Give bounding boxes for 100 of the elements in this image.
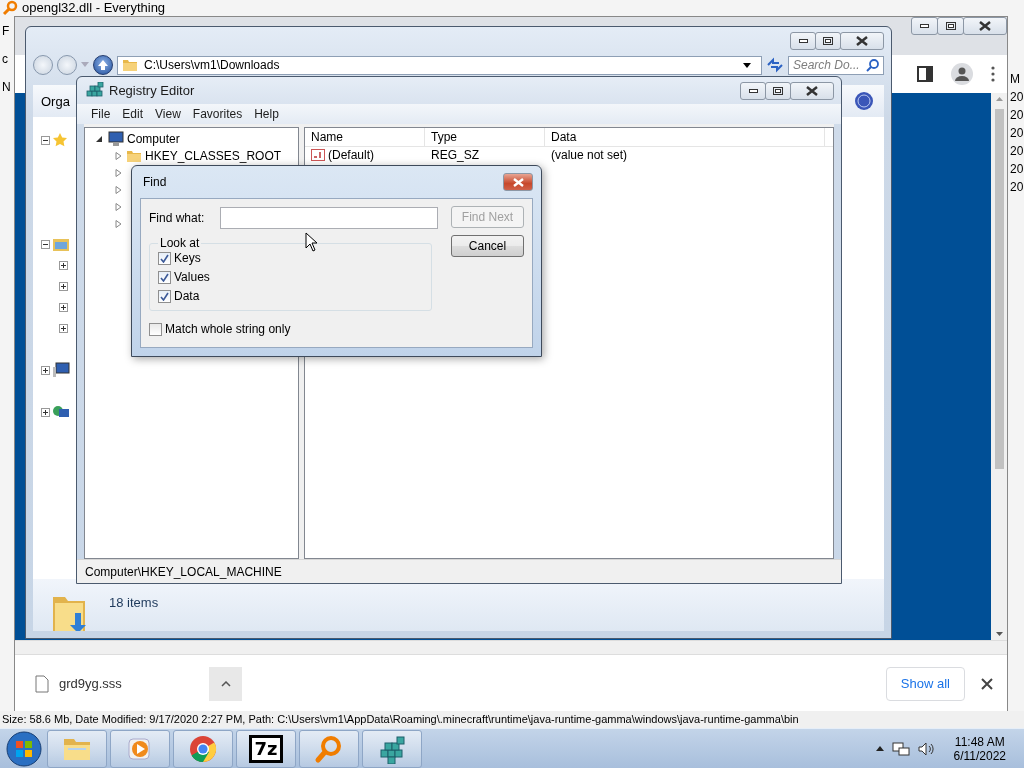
checkbox-label: Keys [174, 251, 201, 265]
window-title: Registry Editor [109, 83, 195, 98]
close-icon [981, 677, 993, 690]
file-icon [35, 674, 49, 693]
menu-item[interactable]: File [85, 107, 117, 121]
cut-off-text: F [2, 24, 11, 38]
maximize-button[interactable] [937, 17, 964, 35]
computer-icon [106, 130, 124, 147]
checkbox[interactable] [158, 270, 171, 284]
tree-item[interactable]: HKEY_CLASSES_ROOT [145, 148, 282, 163]
magnifier-icon [2, 0, 18, 16]
minimize-button[interactable] [740, 81, 766, 100]
expand-icon[interactable] [59, 260, 68, 270]
expand-icon[interactable] [41, 407, 50, 417]
download-file-name[interactable]: grd9yg.sss [59, 676, 209, 691]
start-button[interactable] [4, 729, 44, 768]
search-icon [866, 58, 879, 72]
cut-off-text: N [2, 80, 11, 94]
column-header[interactable]: Name [305, 128, 425, 146]
minimize-button[interactable] [790, 32, 816, 50]
menu-item[interactable]: Favorites [186, 107, 249, 121]
library-icon [52, 236, 70, 252]
menu-item[interactable]: View [149, 107, 187, 121]
maximize-button[interactable] [815, 32, 841, 50]
star-icon [52, 132, 68, 148]
maximize-button[interactable] [765, 81, 791, 100]
cut-off-text: 20 [1010, 126, 1024, 140]
show-all-button[interactable]: Show all [885, 666, 965, 701]
table-cell-text: REG_SZ [430, 147, 480, 162]
caret-icon [220, 680, 231, 687]
cut-off-text: 20 [1010, 180, 1024, 194]
string-value-icon [311, 148, 325, 161]
network-icon[interactable] [891, 740, 910, 757]
menu-item[interactable]: Edit [116, 107, 150, 121]
sidebar-icon[interactable] [917, 66, 933, 82]
maximize-icon [945, 22, 956, 30]
checkbox-label: Values [174, 270, 210, 284]
cut-off-text: 20 [1010, 108, 1024, 122]
column-header[interactable]: Type [425, 128, 545, 146]
help-icon[interactable] [854, 91, 874, 111]
cut-off-text: c [2, 52, 9, 66]
maximize-icon [773, 86, 783, 95]
tree-item[interactable]: Computer [127, 131, 180, 146]
volume-icon[interactable] [917, 740, 936, 757]
menu-icon[interactable] [991, 66, 995, 82]
window-title: opengl32.dll - Everything [22, 0, 166, 15]
checkbox[interactable] [158, 251, 171, 265]
column-header[interactable]: Data [545, 128, 825, 146]
up-button[interactable] [93, 55, 113, 75]
taskbar-button[interactable] [173, 729, 233, 768]
refresh-icon[interactable] [766, 57, 784, 73]
table-cell-text: (value not set) [550, 147, 629, 162]
cut-off-text: 20 [1010, 162, 1024, 176]
minimize-button[interactable] [911, 17, 938, 35]
expanded-arrow-icon[interactable] [95, 134, 103, 143]
field-label: Find what: [149, 211, 205, 225]
table-cell: (Default) [328, 147, 374, 162]
checkbox[interactable] [158, 289, 171, 303]
collapse-icon[interactable] [41, 135, 50, 145]
computer-icon [52, 362, 70, 378]
archive-app-label: 7z [249, 734, 283, 763]
status-bar: Size: 58.6 Mb, Date Modified: 9/17/2020 2:27 PM, Path: C:\Users\vm1\AppData\Roaming\.minecraft\runtime\java-runtime-gamma\windows\java-runtime-gamma\bin [0, 711, 1024, 728]
show-hidden-icons[interactable] [875, 746, 884, 751]
dialog-title: Find [142, 175, 167, 189]
collapse-icon[interactable] [41, 239, 50, 249]
close-button[interactable] [840, 32, 884, 50]
minimize-icon [920, 24, 929, 28]
menu-item[interactable]: Help [248, 107, 285, 121]
caret-icon[interactable] [743, 62, 751, 68]
avatar-icon[interactable] [951, 63, 973, 85]
network-icon [52, 404, 70, 420]
clock[interactable]: 11:48 AM 6/11/2022 [953, 734, 1006, 763]
chrome-icon [189, 734, 217, 763]
expand-icon[interactable] [59, 281, 68, 291]
close-button[interactable] [979, 675, 995, 692]
dialog-button[interactable]: Cancel [451, 235, 524, 257]
close-button[interactable] [790, 81, 834, 100]
close-icon [979, 21, 991, 31]
close-icon [806, 85, 818, 96]
expand-icon[interactable] [41, 365, 50, 375]
cubes-icon [86, 81, 104, 100]
close-icon [512, 177, 524, 187]
organize-menu[interactable]: Orga [41, 93, 70, 109]
minimize-icon [748, 88, 758, 93]
address-bar[interactable]: C:\Users\vm1\Downloads [117, 55, 762, 75]
folder-icon [122, 57, 138, 73]
close-button[interactable] [963, 17, 1007, 35]
checkbox-label: Data [174, 289, 200, 303]
expand-icon[interactable] [59, 302, 68, 312]
scroll-down-icon[interactable] [995, 632, 1003, 636]
taskbar-button[interactable]: 7z [236, 729, 296, 768]
search-field[interactable]: Search Do... [788, 55, 884, 75]
taskbar-button[interactable] [362, 729, 422, 768]
item-count: 18 items [109, 595, 159, 610]
checkbox[interactable] [149, 322, 162, 336]
cursor-icon [305, 232, 318, 252]
expand-icon[interactable] [59, 323, 68, 333]
cut-off-text: M [1010, 72, 1021, 86]
find-what-field[interactable] [220, 207, 438, 229]
checkbox-label: Match whole string only [165, 322, 291, 336]
